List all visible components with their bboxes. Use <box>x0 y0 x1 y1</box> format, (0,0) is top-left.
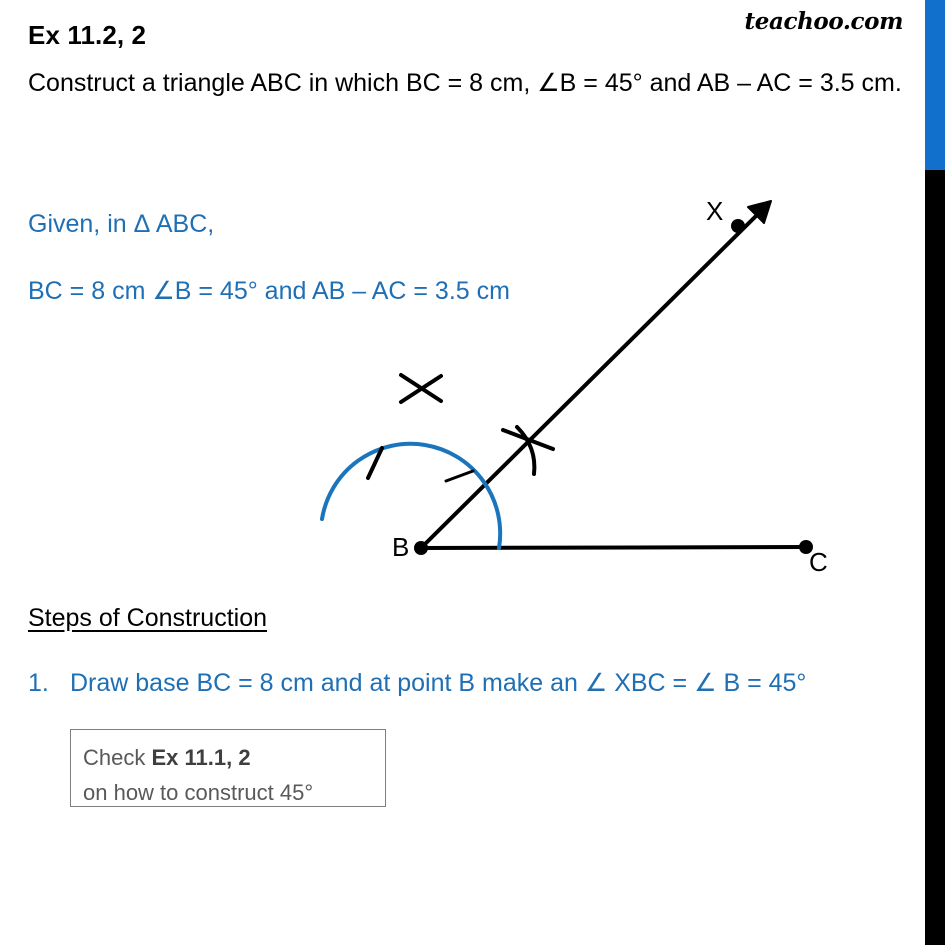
given-line-2: BC = 8 cm ∠B = 45° and AB – AC = 3.5 cm <box>28 277 510 305</box>
ray-bx-arrowhead <box>747 200 772 224</box>
construction-step-1-number: 1. <box>28 669 49 697</box>
page-canvas: teachoo.com Ex 11.2, 2 Construct a trian… <box>0 0 925 945</box>
segment-bc <box>419 545 808 550</box>
construction-cross-stroke-2 <box>399 374 443 404</box>
point-c-label: C <box>809 547 828 577</box>
point-x-label: X <box>706 196 724 226</box>
reference-note-box: Check Ex 11.1, 2 on how to construct 45° <box>70 729 386 807</box>
steps-of-construction-heading: Steps of Construction <box>28 604 268 632</box>
right-edge-blue-bar <box>925 0 945 170</box>
reference-note-line-1: Check Ex 11.1, 2 <box>83 740 385 775</box>
teachoo-watermark: teachoo.com <box>744 8 904 35</box>
point-b-dot <box>414 541 428 555</box>
construction-step-1: 1. Draw base BC = 8 cm and at point B mak… <box>28 668 908 698</box>
right-edge-black-bar <box>925 170 945 945</box>
arc-tick-upper-left <box>366 446 384 480</box>
given-line-1: Given, in Δ ABC, <box>28 210 215 238</box>
arc-tick-near-ray <box>444 469 475 483</box>
reference-note-exercise-link: Ex 11.1, 2 <box>151 745 251 770</box>
reference-note-prefix: Check <box>83 745 152 770</box>
arc-blue-main <box>320 441 503 550</box>
page-title: Ex 11.2, 2 <box>28 20 147 50</box>
construction-step-1-text: Draw base BC = 8 cm and at point B make … <box>70 669 807 697</box>
construction-cross-stroke-1 <box>399 373 443 403</box>
point-x-dot <box>731 219 745 233</box>
question-statement: Construct a triangle ABC in which BC = 8… <box>28 69 902 97</box>
point-b-label: B <box>392 532 410 562</box>
ray-bx <box>419 208 764 550</box>
ray-cross-mark-horizontal <box>501 428 555 451</box>
ray-cross-mark-arc <box>515 425 537 476</box>
reference-note-line-2: on how to construct 45° <box>83 780 314 805</box>
